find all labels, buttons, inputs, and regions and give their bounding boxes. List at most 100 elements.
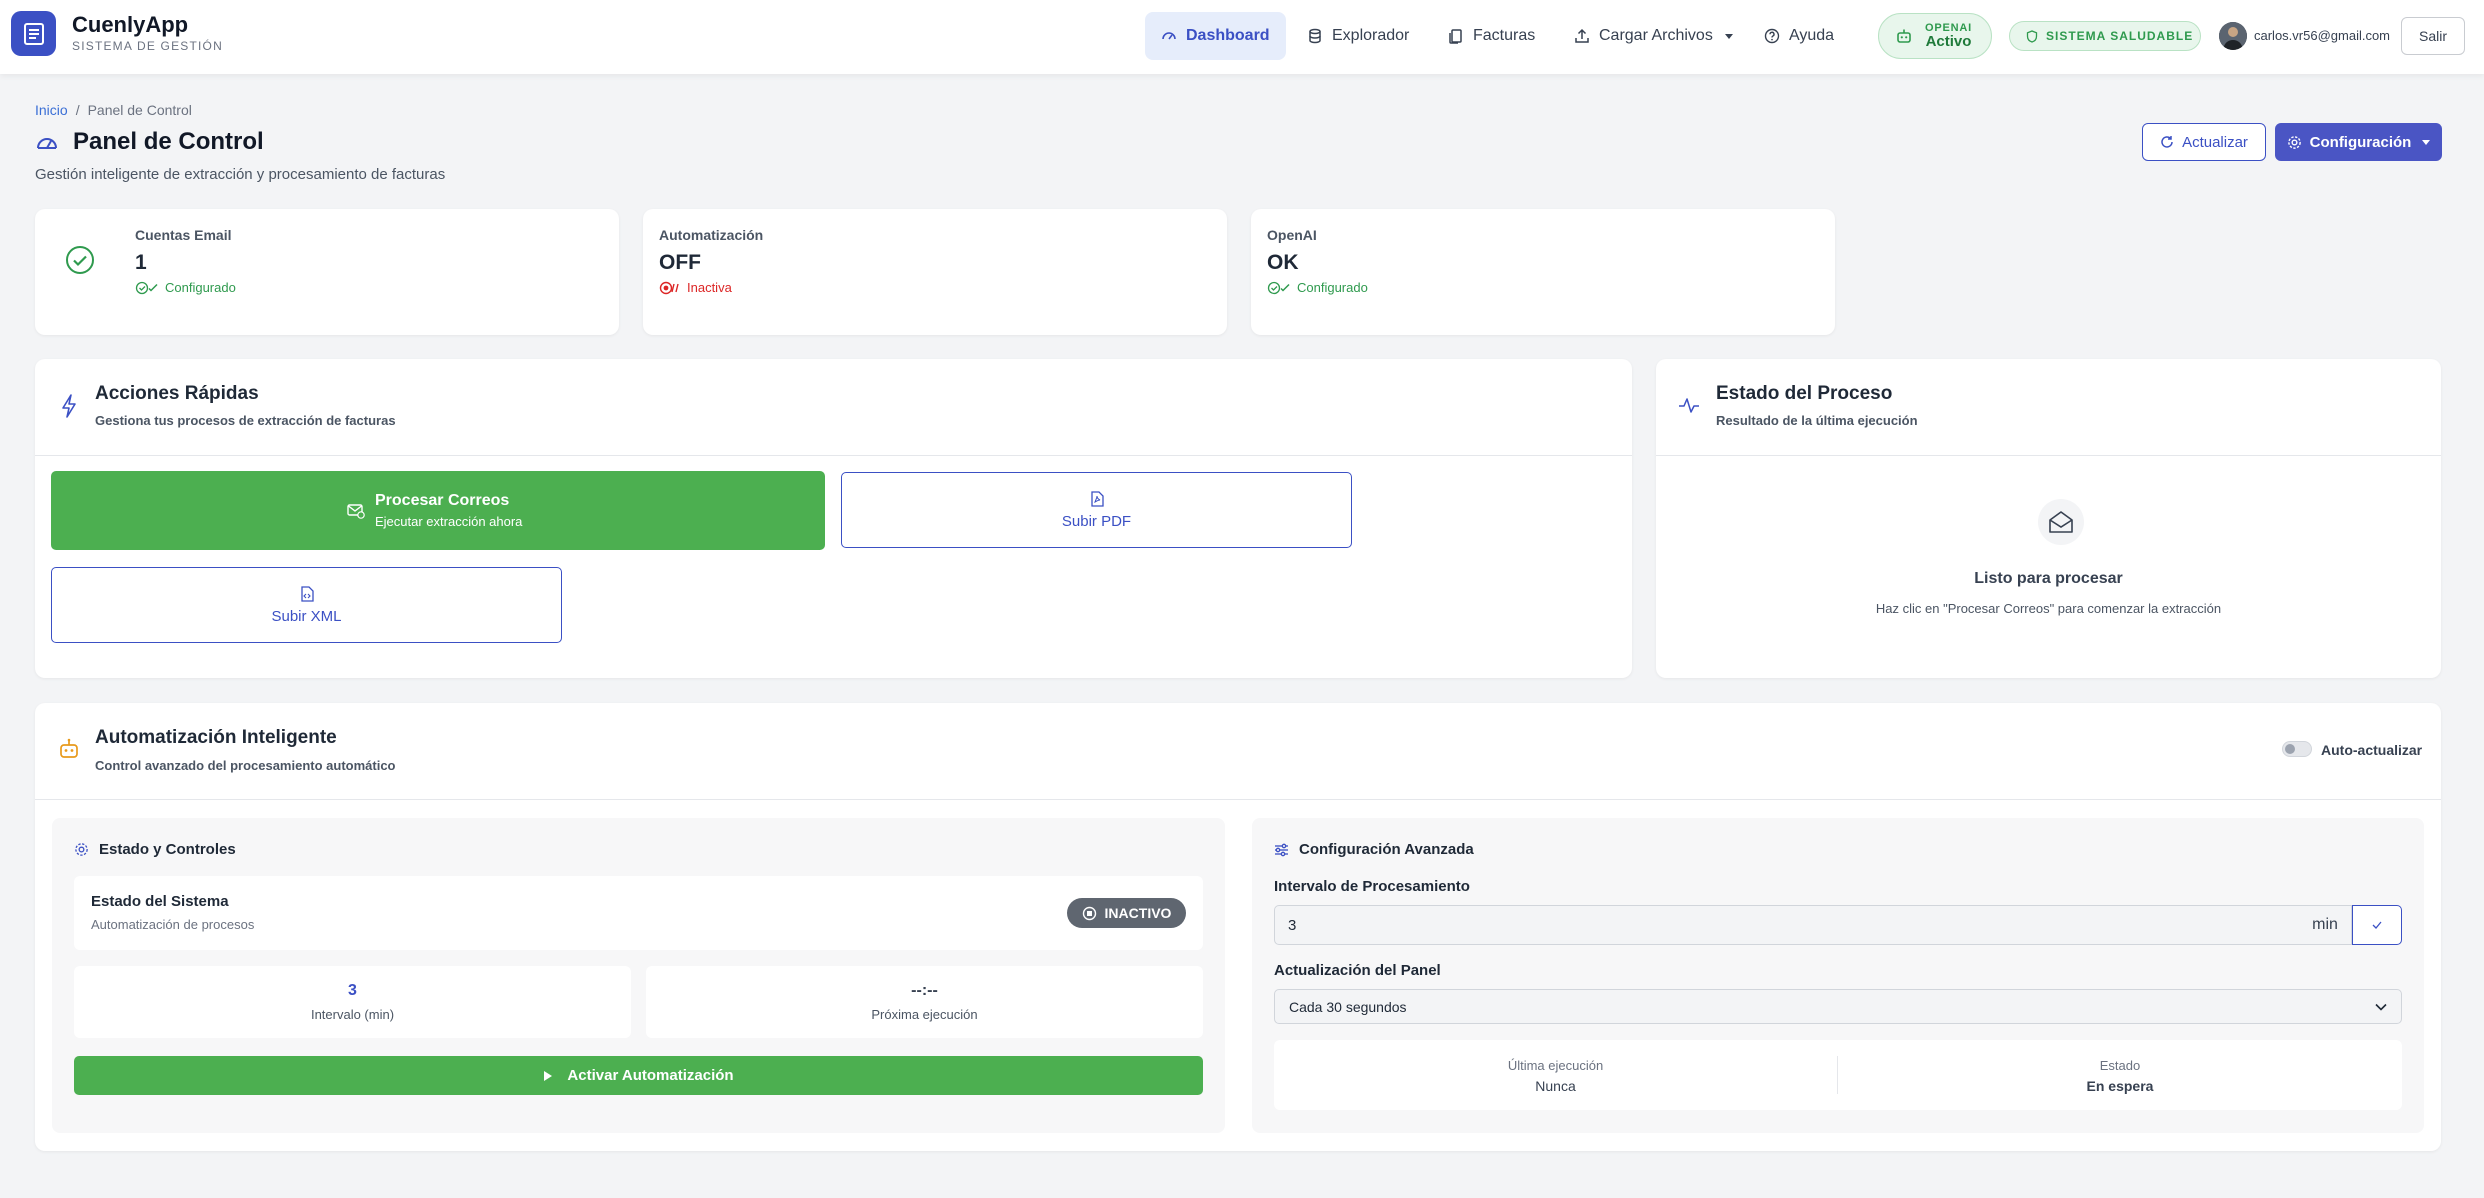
system-state-box: Estado del Sistema Automatización de pro… (74, 876, 1203, 950)
refresh-button[interactable]: Actualizar (2142, 123, 2266, 161)
page-subtitle: Gestión inteligente de extracción y proc… (35, 166, 446, 183)
state-value: En espera (2086, 1078, 2154, 1094)
check-icon (2372, 921, 2382, 929)
auto-refresh-toggle[interactable] (2282, 741, 2312, 757)
section-subtitle: Resultado de la última ejecución (1716, 413, 1918, 428)
interval-metric-box: 3 Intervalo (min) (74, 966, 631, 1038)
stop-circle-icon (1082, 906, 1096, 920)
code-file-icon (300, 585, 314, 602)
avatar[interactable] (2219, 22, 2247, 50)
stat-card-email: Cuentas Email 1 Configurado (35, 209, 619, 335)
lightning-icon (62, 394, 76, 418)
run-info-box: Última ejecución Nunca Estado En espera (1274, 1040, 2402, 1110)
check-all-icon (1267, 281, 1290, 294)
user-email: carlos.vr56@gmail.com (2254, 28, 2391, 43)
state-label: Estado (2099, 1058, 2141, 1073)
check-circle-icon (66, 246, 94, 274)
config-dropdown-button[interactable]: Configuración (2275, 123, 2442, 161)
speedometer-icon (1162, 32, 1176, 40)
activate-automation-button[interactable]: Activar Automatización (74, 1056, 1203, 1095)
next-run-label: Próxima ejecución (871, 1007, 978, 1022)
stat-value: 1 (135, 251, 147, 274)
interval-apply-button[interactable] (2352, 905, 2402, 945)
quick-actions-card: Acciones Rápidas Gestiona tus procesos d… (35, 359, 1632, 678)
system-state-subtitle: Automatización de procesos (91, 917, 255, 932)
sliders-icon (1275, 843, 1288, 856)
speedometer-icon (37, 138, 57, 149)
upload-xml-button[interactable]: Subir XML (51, 567, 562, 643)
section-subtitle: Control avanzado del procesamiento autom… (95, 758, 396, 773)
status-badge: INACTIVO (1067, 898, 1186, 928)
interval-metric-label: Intervalo (min) (310, 1007, 395, 1022)
panel-refresh-label: Actualización del Panel (1274, 962, 1441, 979)
upload-pdf-button[interactable]: Subir PDF (841, 472, 1352, 548)
activity-icon (1679, 398, 1699, 413)
stat-label: OpenAI (1267, 227, 1317, 243)
gear-icon (75, 843, 88, 856)
pdf-file-icon (1090, 490, 1104, 507)
interval-metric-value: 3 (348, 982, 357, 999)
page-title: Panel de Control (73, 128, 264, 155)
breadcrumb-home-link[interactable]: Inicio (35, 102, 68, 118)
stat-status: Inactiva (659, 280, 732, 295)
panel-refresh-value: Cada 30 segundos (1289, 998, 1407, 1015)
gear-icon (2287, 135, 2301, 149)
envelope-open-icon (2038, 499, 2084, 545)
panel-refresh-select[interactable]: Cada 30 segundos (1274, 989, 2402, 1024)
system-health-label: SISTEMA SALUDABLE (2046, 29, 2194, 43)
nav-invoices[interactable]: Facturas (1432, 12, 1551, 60)
nav-upload-dropdown[interactable]: Cargar Archivos (1558, 12, 1749, 60)
section-title: Estado del Proceso (1716, 383, 1893, 404)
openai-value: Activo (1925, 33, 1972, 50)
last-run-value: Nunca (1535, 1078, 1576, 1094)
process-emails-subtitle: Ejecutar extracción ahora (375, 514, 523, 529)
app-subtitle: SISTEMA DE GESTIÓN (72, 39, 223, 53)
nav-help[interactable]: Ayuda (1748, 12, 1850, 60)
nav-dashboard[interactable]: Dashboard (1145, 12, 1286, 60)
stat-card-openai: OpenAI OK Configurado (1251, 209, 1835, 335)
stat-label: Cuentas Email (135, 227, 232, 243)
process-status-card: Estado del Proceso Resultado de la últim… (1656, 359, 2441, 678)
stat-status: Configurado (135, 280, 236, 295)
nav-explorer-label: Explorador (1332, 27, 1410, 44)
section-subtitle: Gestiona tus procesos de extracción de f… (95, 413, 396, 428)
interval-unit: min (2299, 905, 2352, 945)
last-run-label: Última ejecución (1507, 1058, 1604, 1073)
nav-invoices-label: Facturas (1473, 27, 1536, 44)
upload-pdf-label: Subir PDF (1061, 512, 1132, 530)
upload-icon (1575, 28, 1589, 43)
check-all-icon (135, 281, 158, 294)
interval-input[interactable]: 3 (1274, 905, 2300, 945)
chevron-down-icon (2422, 139, 2431, 145)
refresh-icon (2161, 136, 2173, 148)
system-health-pill: SISTEMA SALUDABLE (2009, 21, 2201, 51)
app-logo-icon (11, 11, 56, 56)
documents-icon (1449, 29, 1462, 44)
top-navbar: CuenlyApp SISTEMA DE GESTIÓN Dashboard E… (0, 0, 2484, 74)
next-run-metric-box: --:-- Próxima ejecución (646, 966, 1203, 1038)
process-emails-button[interactable]: Procesar Correos Ejecutar extracción aho… (51, 471, 825, 550)
openai-status-pill: OPENAI Activo (1878, 13, 1992, 59)
section-title: Acciones Rápidas (95, 383, 259, 404)
chevron-down-icon (1724, 33, 1733, 39)
brand[interactable]: CuenlyApp SISTEMA DE GESTIÓN (11, 11, 223, 56)
stop-circle-icon (659, 281, 679, 294)
empty-state-subtitle: Haz clic en "Procesar Correos" para come… (1875, 601, 2222, 616)
chevron-down-icon (2375, 1003, 2387, 1011)
section-title: Automatización Inteligente (95, 727, 337, 748)
config-label: Configuración (2309, 133, 2412, 151)
logout-button[interactable]: Salir (2401, 17, 2465, 55)
interval-field-label: Intervalo de Procesamiento (1274, 878, 1470, 895)
shield-icon (2026, 29, 2038, 43)
refresh-label: Actualizar (2182, 133, 2248, 151)
empty-state-title: Listo para procesar (1974, 570, 2123, 587)
envelope-check-icon (347, 503, 365, 519)
nav-help-label: Ayuda (1789, 27, 1835, 44)
controls-panel-title: Estado y Controles (74, 841, 236, 858)
app-name: CuenlyApp (72, 12, 189, 37)
robot-icon (60, 738, 78, 758)
nav-explorer[interactable]: Explorador (1291, 12, 1425, 60)
stat-status: Configurado (1267, 280, 1368, 295)
play-icon (544, 1070, 553, 1081)
next-run-value: --:-- (911, 982, 938, 999)
